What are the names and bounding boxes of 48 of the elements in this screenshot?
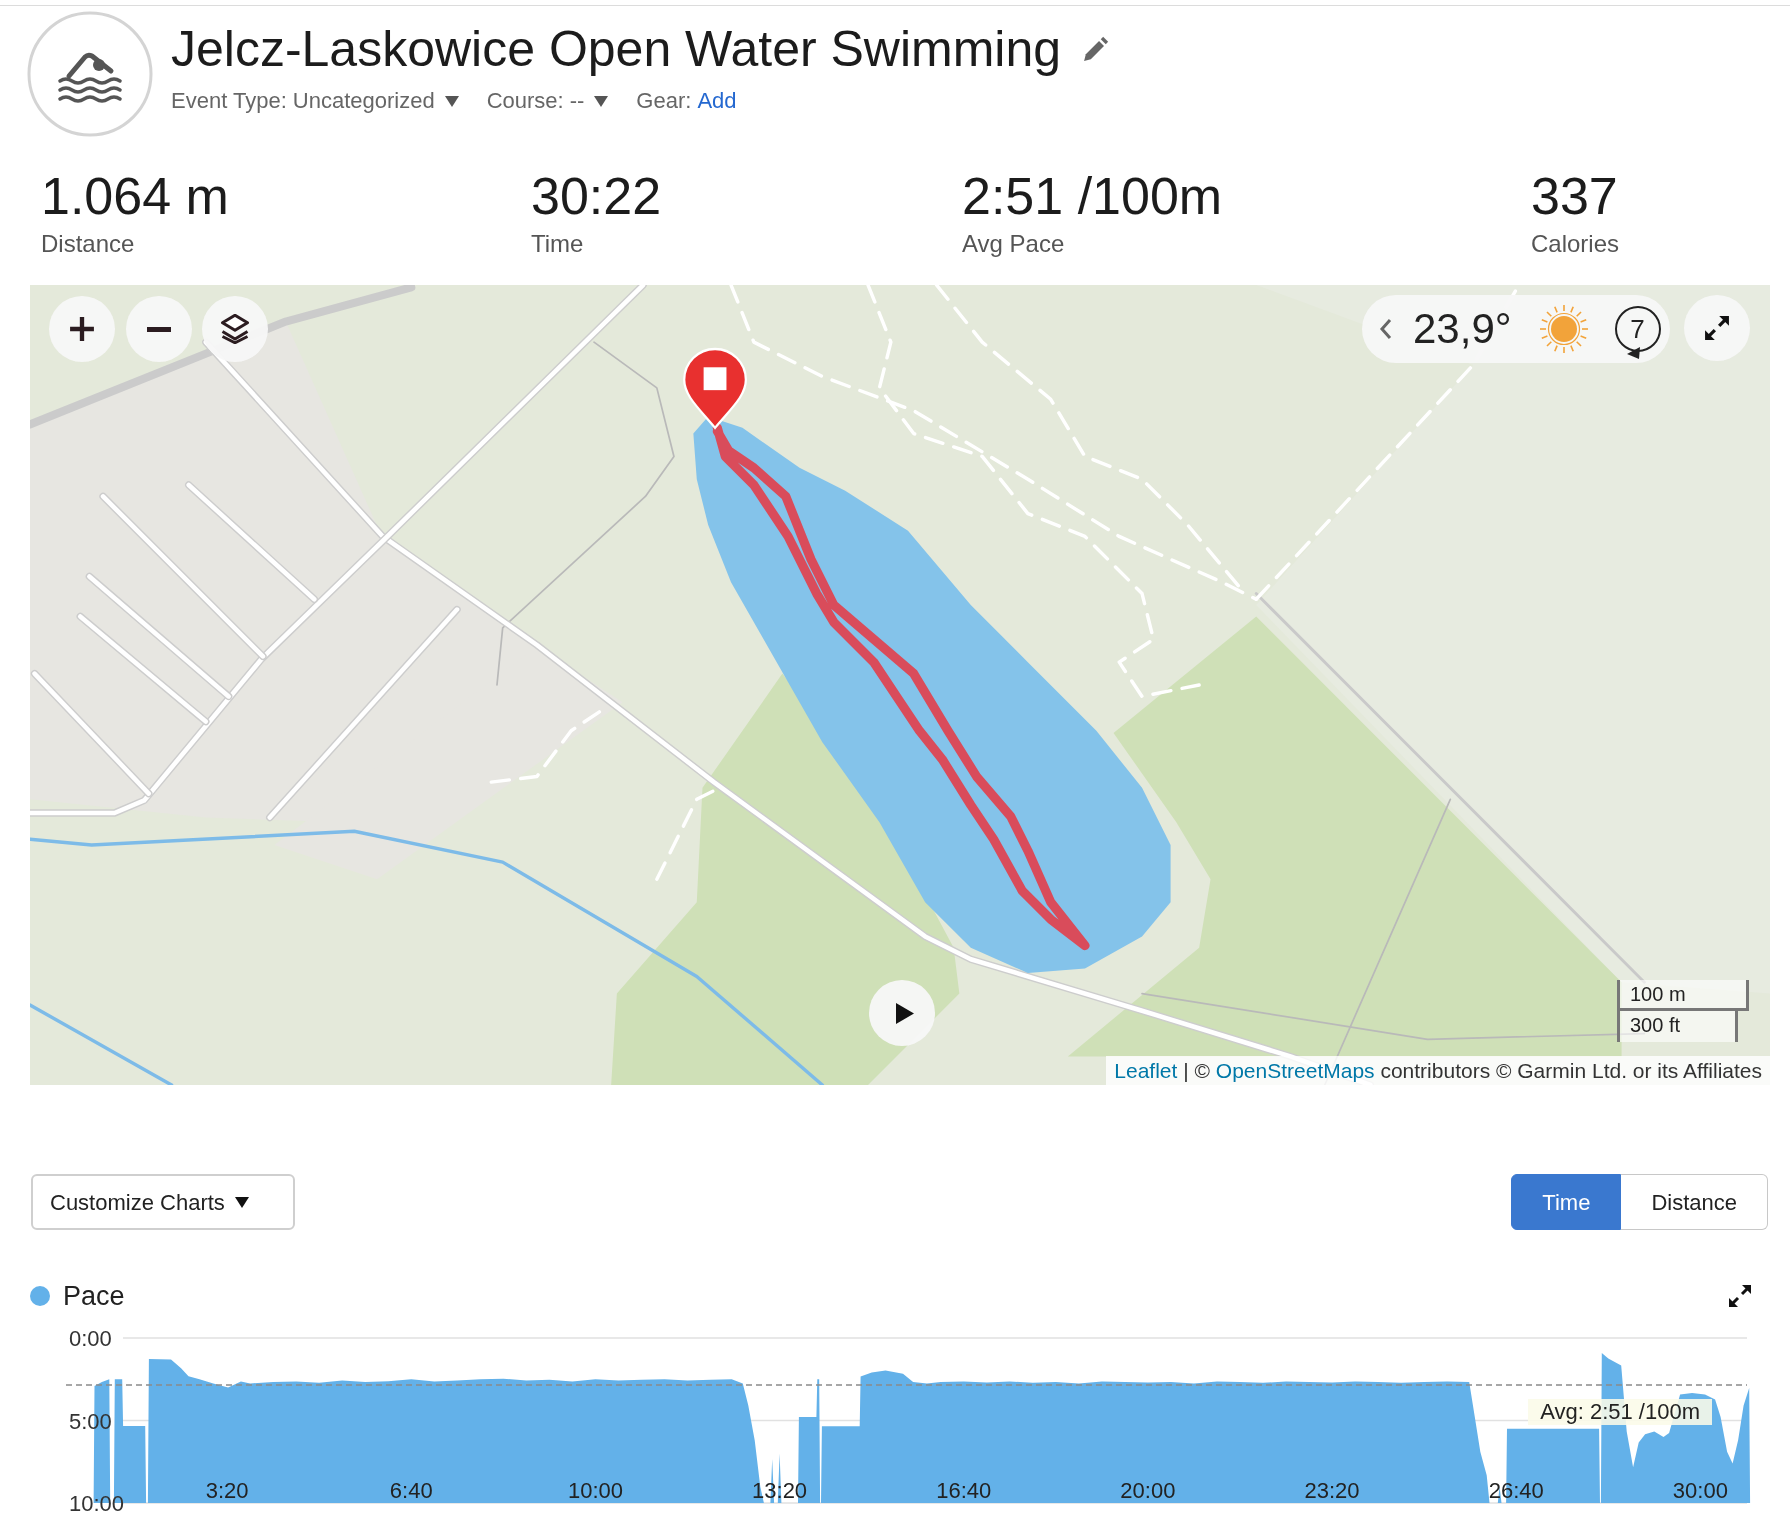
swimmer-icon: [27, 11, 153, 137]
sun-icon: [1538, 304, 1589, 354]
customize-charts-button[interactable]: Customize Charts: [31, 1174, 295, 1230]
legend-label: Pace: [63, 1280, 125, 1313]
axis-label: 10:00: [567, 1478, 623, 1503]
toggle-tab[interactable]: Distance: [1621, 1174, 1768, 1230]
play-icon: [894, 1001, 915, 1025]
expand-icon[interactable]: [1728, 1284, 1752, 1308]
attribution-link[interactable]: OpenStreetMaps: [1215, 1059, 1375, 1082]
axis-label: 30:00: [1672, 1478, 1728, 1503]
axis-label: 10:00: [69, 1491, 125, 1516]
field-label: Gear:: [636, 87, 692, 115]
toggle-tab[interactable]: Time: [1511, 1174, 1622, 1230]
layers-icon: [220, 314, 250, 344]
stat-label: Calories: [1531, 229, 1620, 259]
plus-icon: [69, 316, 95, 342]
temperature-reading: 23,9°: [1413, 304, 1512, 354]
select-dropdown[interactable]: --: [569, 86, 609, 116]
caret-icon: [234, 1196, 249, 1208]
axis-label: 20:00: [1120, 1478, 1176, 1503]
stat-label: Time: [531, 229, 584, 259]
chevron-left-icon[interactable]: [1379, 318, 1392, 340]
caret-icon: [444, 95, 459, 107]
average-label: Avg: 2:51 /100m: [1528, 1399, 1712, 1425]
stat-value: 1.064 m: [41, 168, 229, 224]
arrow-icon: [1626, 347, 1640, 359]
axis-label: 23:20: [1304, 1478, 1360, 1503]
axis-label: 16:40: [936, 1478, 992, 1503]
inline-link[interactable]: Add: [697, 86, 737, 116]
stat-label: Avg Pace: [962, 229, 1065, 259]
attribution-link[interactable]: Leaflet: [1114, 1059, 1178, 1082]
stat-value: 2:51 /100m: [962, 168, 1223, 224]
stat-label: Distance: [41, 229, 135, 259]
select-dropdown[interactable]: Uncategorized: [292, 86, 459, 116]
axis-label: 0:00: [69, 1326, 112, 1351]
axis-label: 6:40: [389, 1478, 433, 1503]
field-label: Course:: [486, 87, 564, 115]
stat-value: 337: [1531, 168, 1618, 224]
activity-title: Jelcz-Laskowice Open Water Swimming: [171, 21, 1062, 77]
minus-icon: [146, 326, 172, 332]
axis-label: 3:20: [205, 1478, 249, 1503]
expand-icon: [1704, 315, 1730, 341]
caret-icon: [594, 95, 609, 107]
stat-value: 30:22: [531, 168, 662, 224]
pencil-icon[interactable]: [1083, 36, 1110, 62]
map-attribution: Leaflet | © OpenStreetMaps contributors © Garmin Ltd. or its Affiliates: [1106, 1056, 1770, 1085]
end-marker-icon: [683, 347, 747, 429]
field-label: Event Type:: [171, 87, 287, 115]
